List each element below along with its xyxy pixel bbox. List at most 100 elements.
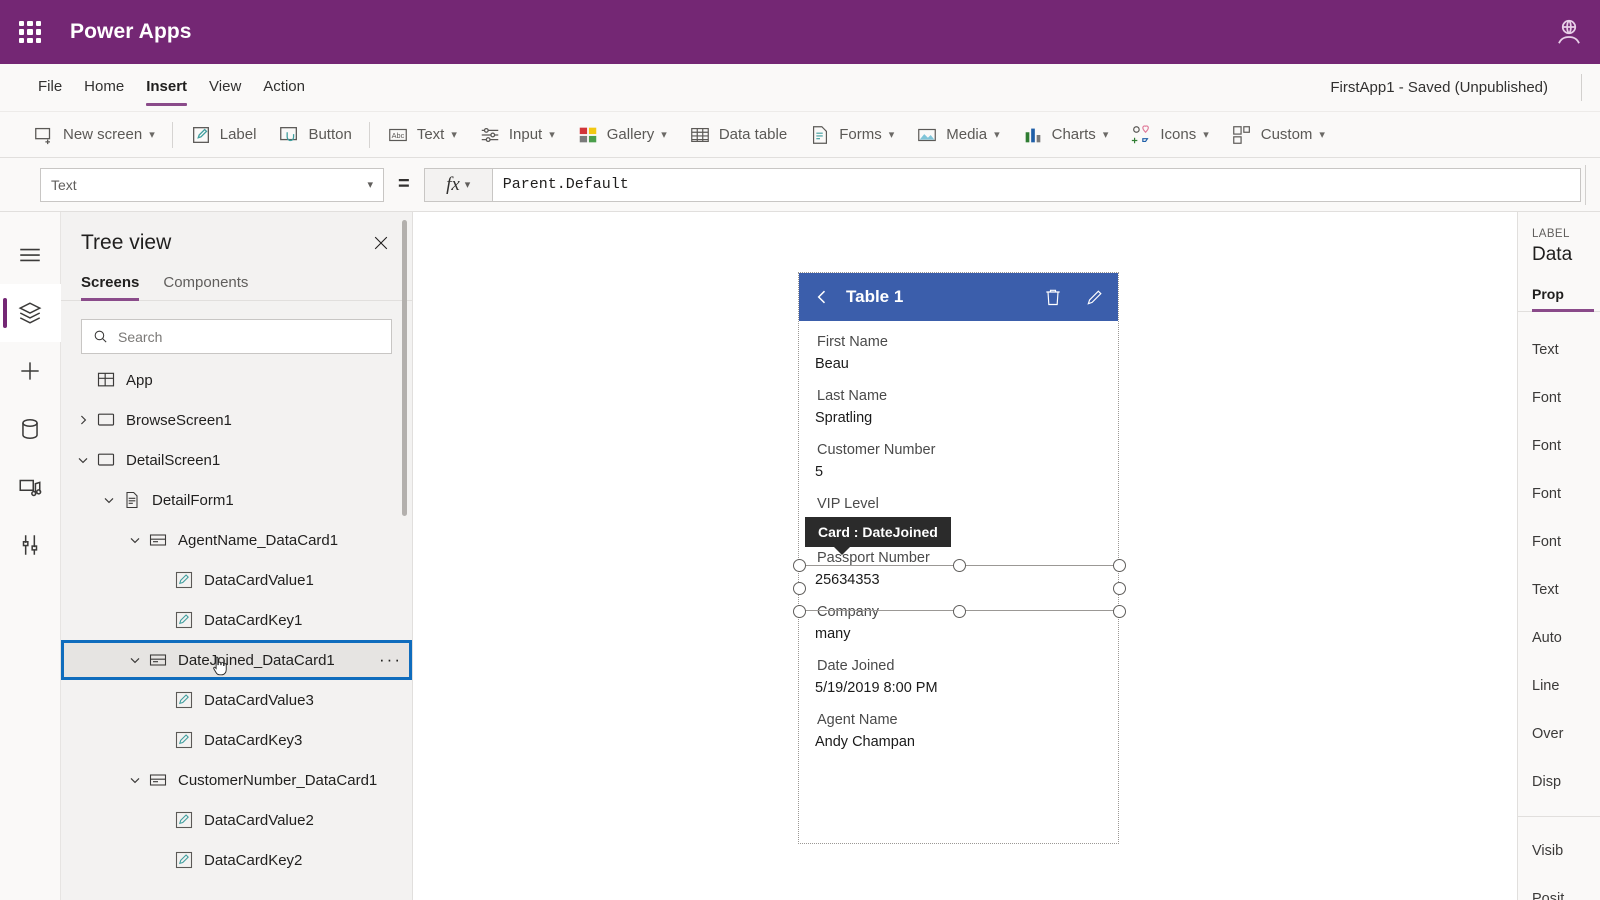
property-row[interactable]: Over	[1518, 710, 1600, 758]
property-row[interactable]: Disp	[1518, 758, 1600, 806]
ribbon-charts-menu[interactable]: Charts ▾	[1011, 112, 1120, 158]
ribbon-gallery-menu[interactable]: Gallery ▾	[566, 112, 678, 158]
rail-data-sources[interactable]	[0, 400, 61, 458]
custom-blocks-icon	[1231, 124, 1253, 146]
rail-hamburger-menu[interactable]	[0, 226, 61, 284]
formula-input[interactable]: Parent.Default	[491, 167, 1581, 202]
tree-item-browsescreen1[interactable]: BrowseScreen1	[61, 400, 412, 440]
chevron-right-icon[interactable]	[75, 412, 91, 428]
property-row[interactable]: Text	[1518, 326, 1600, 374]
property-row[interactable]: Font	[1518, 374, 1600, 422]
field-value: Andy Champan	[815, 734, 915, 750]
menu-bar: File Home Insert View Action FirstApp1 -…	[0, 64, 1600, 112]
ribbon-input-menu[interactable]: Input ▾	[468, 112, 566, 158]
ribbon-text-menu[interactable]: Abc Text ▾	[376, 112, 468, 158]
tree-item-datejoined_datacard1[interactable]: DateJoined_DataCard1 ···	[61, 640, 412, 680]
menu-item-view[interactable]: View	[209, 78, 241, 97]
property-row[interactable]: Font	[1518, 518, 1600, 566]
tree-item-datacardkey1[interactable]: DataCardKey1	[61, 600, 412, 640]
property-row[interactable]: Line	[1518, 662, 1600, 710]
fx-function-button[interactable]: fx ▾	[423, 167, 492, 202]
input-sliders-icon	[479, 124, 501, 146]
resize-handle-bottom-center[interactable]	[953, 605, 966, 618]
ribbon-custom-menu[interactable]: Custom ▾	[1220, 112, 1336, 158]
property-row[interactable]: Auto	[1518, 614, 1600, 662]
ribbon-label: Custom	[1260, 126, 1313, 143]
resize-handle-middle-left[interactable]	[793, 582, 806, 595]
form-field[interactable]: Customer Number 5	[799, 439, 1118, 493]
resize-handle-top-center[interactable]	[953, 559, 966, 572]
field-value: many	[815, 626, 851, 642]
ribbon-media-menu[interactable]: Media ▾	[905, 112, 1010, 158]
tree-item-datacardvalue1[interactable]: DataCardValue1	[61, 560, 412, 600]
resize-handle-middle-right[interactable]	[1113, 582, 1126, 595]
ribbon-forms-menu[interactable]: Forms ▾	[798, 112, 905, 158]
globe-person-icon[interactable]	[1554, 17, 1584, 47]
gallery-icon	[577, 124, 599, 146]
form-field[interactable]: First Name Beau	[799, 331, 1118, 385]
tree-item-customernumber_datacard1[interactable]: CustomerNumber_DataCard1	[61, 760, 412, 800]
app-launcher-icon[interactable]	[16, 18, 44, 46]
property-row[interactable]: Text	[1518, 566, 1600, 614]
resize-handle-bottom-left[interactable]	[793, 605, 806, 618]
brand-title: Power Apps	[70, 20, 192, 43]
menu-item-file[interactable]: File	[38, 78, 62, 97]
rail-media-library[interactable]	[0, 458, 61, 516]
resize-handle-top-right[interactable]	[1113, 559, 1126, 572]
tree-item-context-menu[interactable]: ···	[379, 650, 402, 670]
tree-item-datacardvalue2[interactable]: DataCardValue2	[61, 800, 412, 840]
ribbon-separator	[368, 121, 370, 148]
close-icon[interactable]	[368, 230, 394, 256]
property-row[interactable]: Font	[1518, 422, 1600, 470]
chevron-left-icon[interactable]	[812, 287, 832, 307]
chevron-down-icon[interactable]	[127, 772, 143, 788]
form-field[interactable]: Agent Name Andy Champan	[799, 709, 1118, 763]
resize-handle-bottom-right[interactable]	[1113, 605, 1126, 618]
tree-item-datacardvalue3[interactable]: DataCardValue3	[61, 680, 412, 720]
property-row[interactable]: Posit	[1518, 875, 1600, 900]
screen-preview: Table 1 First Name Beau Last Name Spratling…	[793, 272, 1126, 844]
property-row[interactable]: Font	[1518, 470, 1600, 518]
chevron-down-icon[interactable]	[75, 452, 91, 468]
ribbon-label-button[interactable]: Label	[179, 112, 268, 158]
menu-item-home[interactable]: Home	[84, 78, 124, 97]
charts-bar-icon	[1022, 124, 1044, 146]
menu-item-insert[interactable]: Insert	[146, 78, 187, 106]
ribbon-data-table[interactable]: Data table	[678, 112, 798, 158]
chevron-down-icon[interactable]	[101, 492, 117, 508]
trash-icon[interactable]	[1043, 287, 1063, 307]
tree-item-datacardkey3[interactable]: DataCardKey3	[61, 720, 412, 760]
ribbon-label: Button	[308, 126, 352, 143]
tab-screens[interactable]: Screens	[81, 274, 140, 301]
tree-search-box[interactable]: Search	[81, 319, 392, 354]
tree-item-detailscreen1[interactable]: DetailScreen1	[61, 440, 412, 480]
form-field[interactable]: Date Joined 5/19/2019 8:00 PM	[799, 655, 1118, 709]
resize-handle-top-left[interactable]	[793, 559, 806, 572]
chevron-down-icon[interactable]	[127, 652, 143, 668]
chevron-down-icon[interactable]	[127, 532, 143, 548]
tree-scrollbar[interactable]	[402, 220, 407, 516]
rail-insert[interactable]	[0, 342, 61, 400]
ribbon-icons-menu[interactable]: Icons ▾	[1119, 112, 1219, 158]
ribbon-label: Label	[219, 126, 257, 143]
tree-item-app[interactable]: App	[61, 360, 412, 400]
tab-properties[interactable]: Prop	[1532, 286, 1594, 312]
menu-item-action[interactable]: Action	[263, 78, 305, 97]
tree-item-detailform1[interactable]: DetailForm1	[61, 480, 412, 520]
form-field[interactable]: Last Name Spratling	[799, 385, 1118, 439]
rail-advanced-tools[interactable]	[0, 516, 61, 574]
form-icon	[122, 490, 142, 510]
property-selector-dropdown[interactable]: Text ▾	[40, 167, 384, 202]
ribbon-button-button[interactable]: Button	[267, 112, 362, 158]
forms-icon	[809, 124, 831, 146]
ribbon-label: Text	[416, 126, 445, 143]
field-key: Agent Name	[817, 712, 898, 728]
pencil-icon[interactable]	[1085, 287, 1105, 307]
tree-item-datacardkey2[interactable]: DataCardKey2	[61, 840, 412, 880]
tab-components[interactable]: Components	[163, 274, 248, 300]
property-row[interactable]: Visib	[1518, 827, 1600, 875]
tree-item-agentname_datacard1[interactable]: AgentName_DataCard1	[61, 520, 412, 560]
media-library-icon	[19, 479, 42, 497]
rail-tree-view[interactable]	[0, 284, 61, 342]
ribbon-new-screen[interactable]: New screen ▾	[22, 112, 166, 158]
